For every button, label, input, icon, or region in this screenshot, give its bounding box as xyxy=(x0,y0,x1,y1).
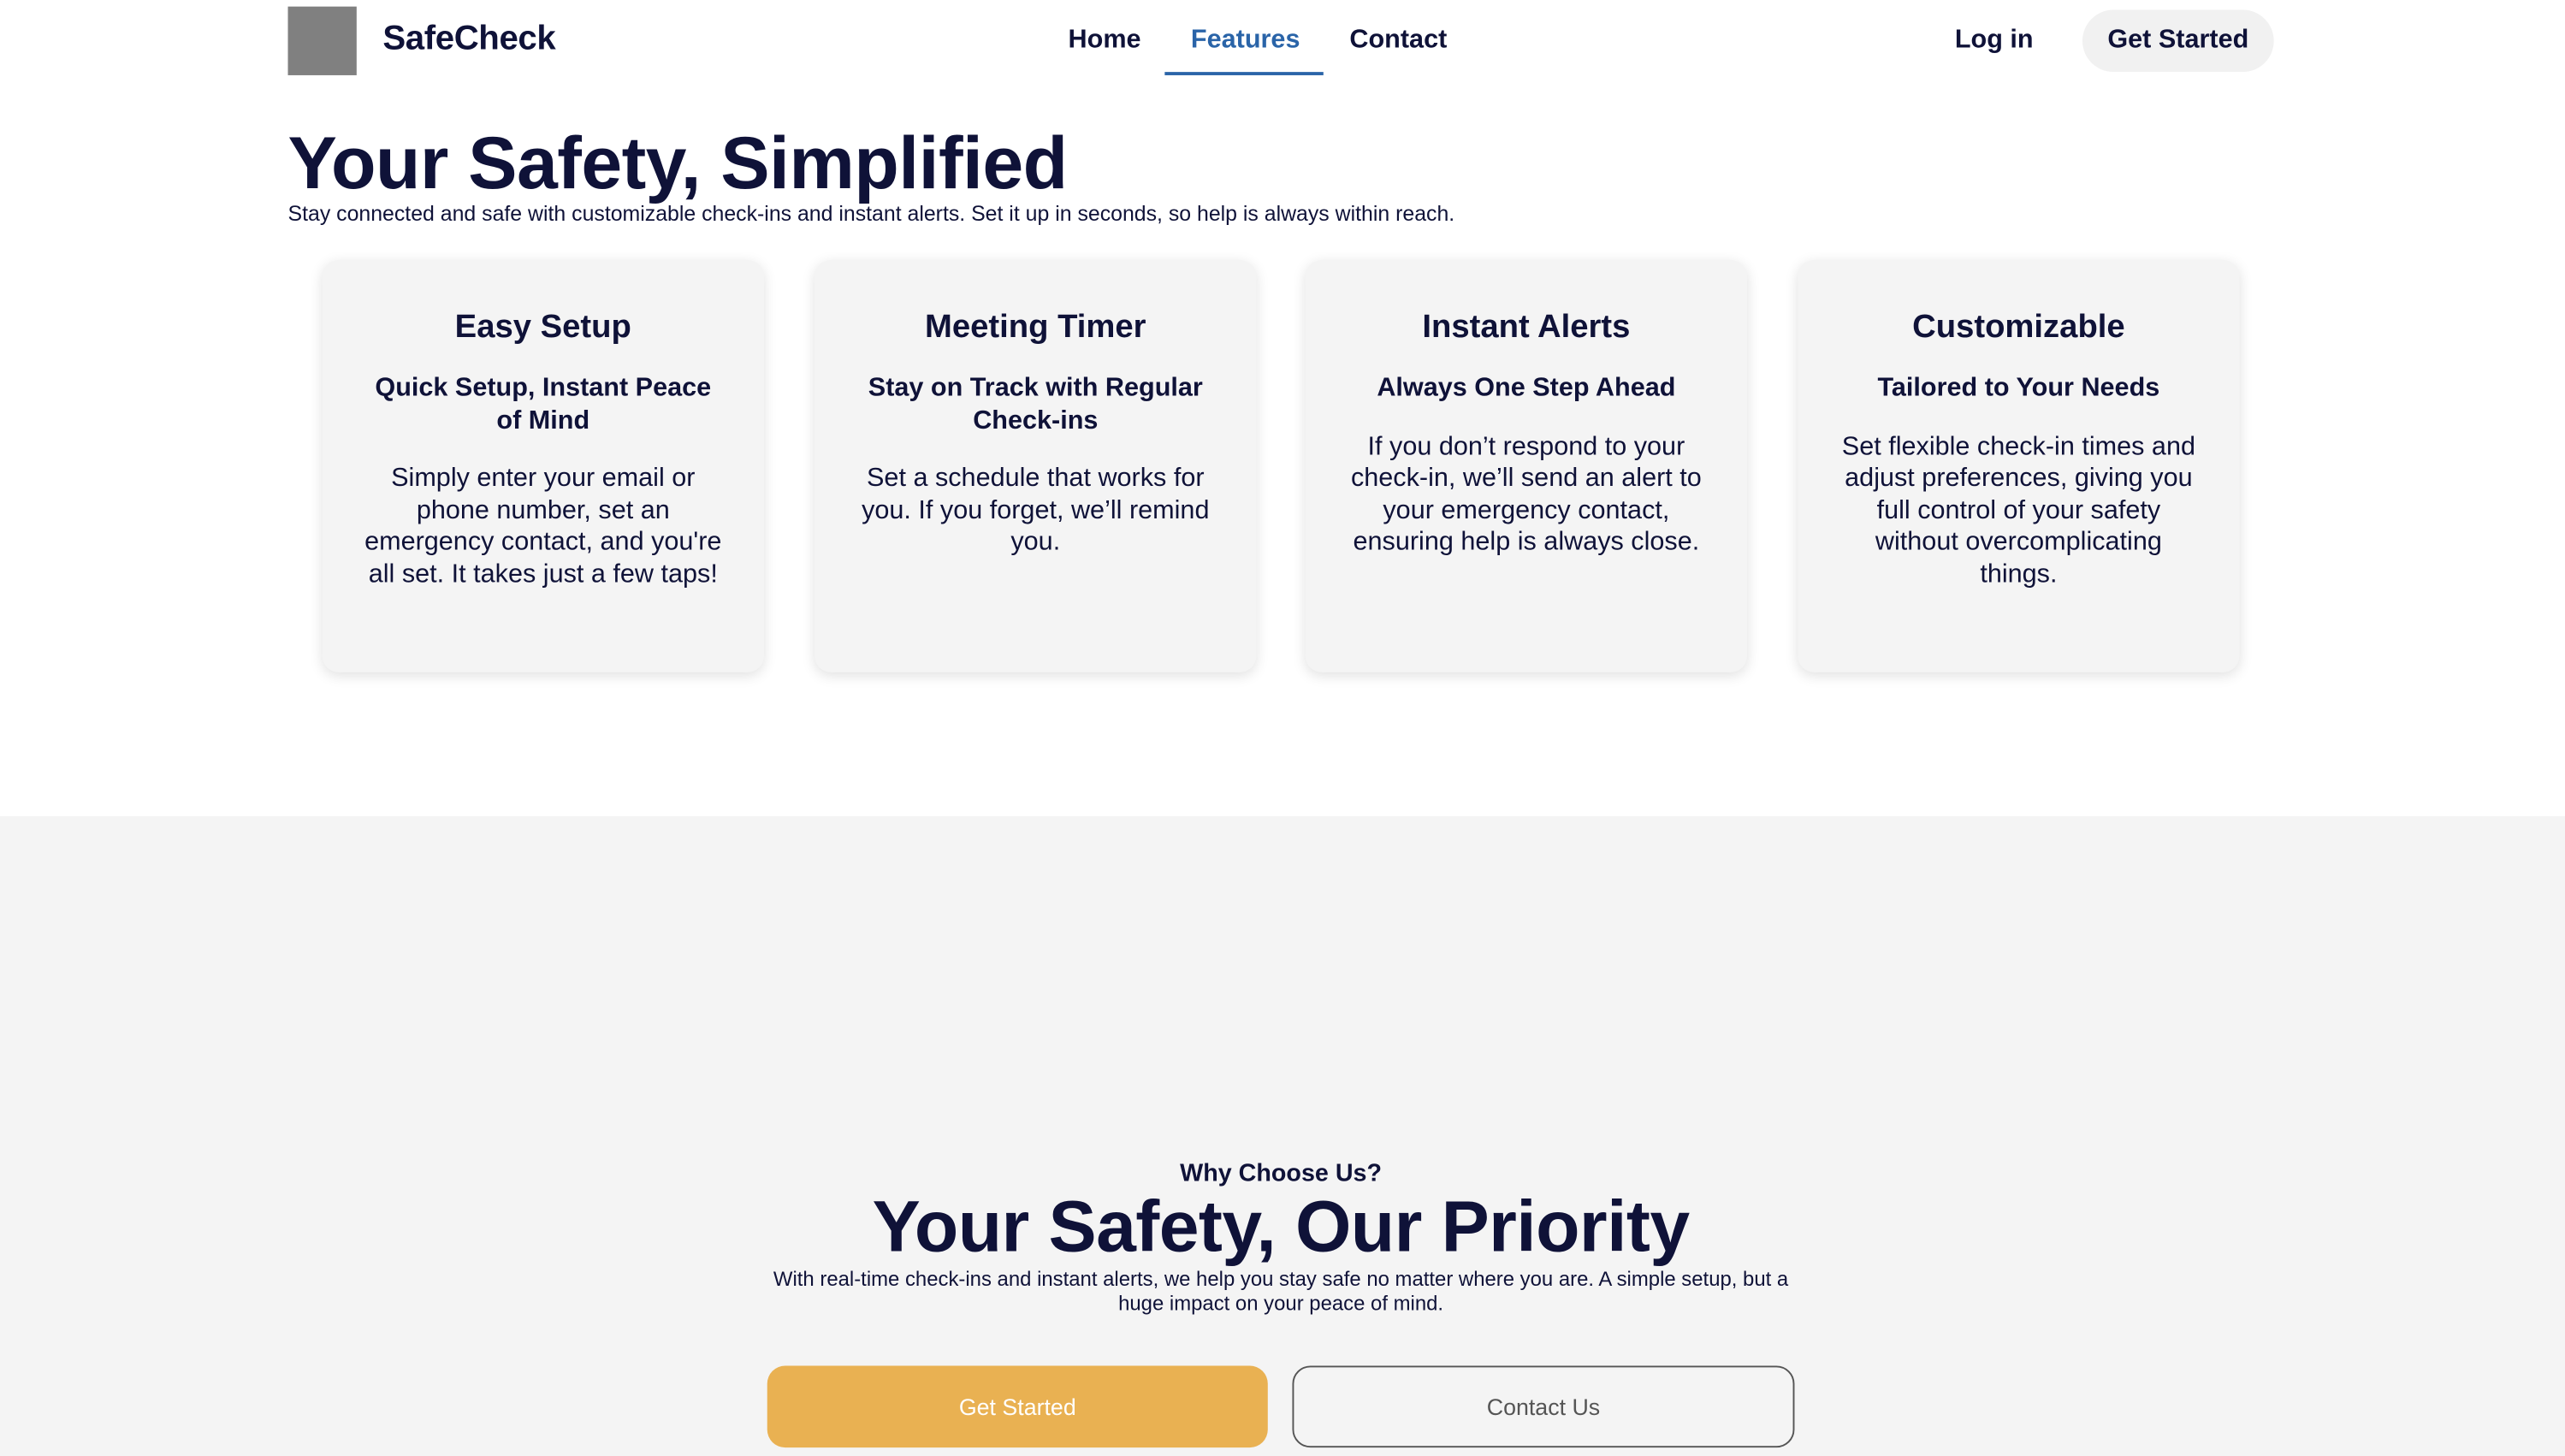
hero-subtitle: Stay connected and safe with customizabl… xyxy=(287,201,1455,226)
nav-features[interactable]: Features xyxy=(1191,27,1300,56)
why-title: Your Safety, Our Priority xyxy=(872,1187,1690,1268)
feature-subtitle: Stay on Track with Regular Check-ins xyxy=(868,374,1203,435)
feature-title: Instant Alerts xyxy=(1422,309,1631,346)
feature-subtitle: Tailored to Your Needs xyxy=(1877,374,2160,403)
why-section xyxy=(0,816,2565,1456)
brand-name[interactable]: SafeCheck xyxy=(382,20,555,59)
feature-subtitle: Quick Setup, Instant Peace of Mind xyxy=(375,374,712,435)
login-link[interactable]: Log in xyxy=(1955,27,2034,56)
feature-subtitle: Always One Step Ahead xyxy=(1377,374,1676,403)
feature-body: If you don’t respond to your check-in, w… xyxy=(1350,432,1702,557)
feature-title: Customizable xyxy=(1912,309,2125,346)
feature-card-meeting-timer: Meeting Timer Stay on Track with Regular… xyxy=(815,260,1257,672)
feature-body: Set a schedule that works for you. If yo… xyxy=(862,465,1210,557)
page: SafeCheck Home Features Contact Log in G… xyxy=(0,0,2565,1456)
logo-placeholder-icon[interactable] xyxy=(287,6,357,75)
feature-body: Set flexible check-in times and adjust p… xyxy=(1841,432,2195,589)
feature-card-customizable: Customizable Tailored to Your Needs Set … xyxy=(1798,260,2240,672)
active-nav-underline xyxy=(1164,72,1324,75)
nav-home[interactable]: Home xyxy=(1069,27,1141,56)
top-nav: SafeCheck Home Features Contact Log in G… xyxy=(0,0,2565,82)
hero-title: Your Safety, Simplified xyxy=(287,121,1069,204)
feature-body: Simply enter your email or phone number,… xyxy=(364,465,722,589)
feature-title: Easy Setup xyxy=(454,309,631,346)
contact-us-button[interactable]: Contact Us xyxy=(1292,1365,1795,1448)
feature-card-instant-alerts: Instant Alerts Always One Step Ahead If … xyxy=(1305,260,1748,672)
feature-title: Meeting Timer xyxy=(925,309,1146,346)
feature-card-easy-setup: Easy Setup Quick Setup, Instant Peace of… xyxy=(322,260,764,672)
nav-contact[interactable]: Contact xyxy=(1349,27,1447,56)
get-started-primary-button[interactable]: Get Started xyxy=(767,1365,1268,1448)
why-body: With real-time check-ins and instant ale… xyxy=(773,1267,1789,1316)
why-eyebrow: Why Choose Us? xyxy=(1180,1159,1383,1188)
get-started-button[interactable]: Get Started xyxy=(2082,9,2274,73)
